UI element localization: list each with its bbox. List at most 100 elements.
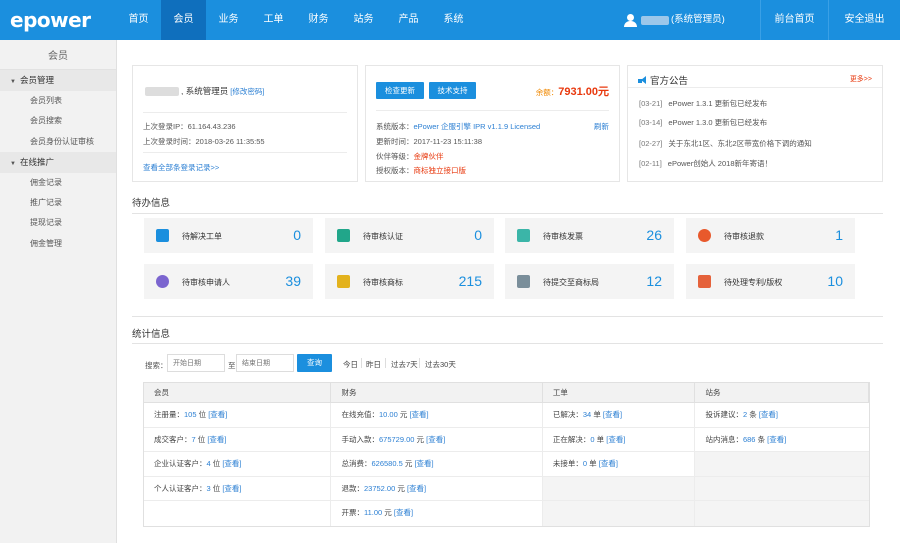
todo-tile-invoice[interactable]: 待审核发票 26 bbox=[505, 218, 674, 253]
sidebar-item-member-search[interactable]: 会员搜索 bbox=[0, 111, 116, 131]
balance: 余额：7931.00元 bbox=[536, 83, 609, 99]
license-label: 授权版本： bbox=[376, 166, 414, 175]
view-link[interactable]: [查看] bbox=[409, 410, 428, 419]
view-link[interactable]: [查看] bbox=[759, 410, 778, 419]
todo-label: 待解决工单 bbox=[182, 232, 222, 241]
todo-label: 待审核发票 bbox=[543, 232, 583, 241]
stat-label: 企业认证客户： bbox=[154, 459, 207, 468]
separator bbox=[361, 358, 362, 368]
view-link[interactable]: [查看] bbox=[222, 484, 241, 493]
table-cell bbox=[542, 476, 696, 500]
view-link[interactable]: [查看] bbox=[414, 459, 433, 468]
todo-count: 0 bbox=[474, 227, 482, 243]
speaker-icon bbox=[638, 75, 648, 85]
nav-member[interactable]: 会员 bbox=[161, 0, 206, 40]
document-icon bbox=[517, 275, 530, 288]
table-cell: 在线充值：10.00 元 [查看] bbox=[331, 403, 543, 427]
announcement-date: [03-21] bbox=[639, 99, 663, 108]
stat-unit: 位 bbox=[210, 459, 223, 468]
admin-name-blurred bbox=[145, 86, 179, 96]
view-link[interactable]: [查看] bbox=[767, 435, 786, 444]
todo-tile-submit-bureau[interactable]: 待提交至商标局 12 bbox=[505, 264, 674, 299]
check-update-button[interactable]: 检查更新 bbox=[376, 82, 424, 99]
stat-unit: 位 bbox=[210, 483, 223, 493]
logout-button[interactable]: 安全退出 bbox=[828, 0, 900, 40]
nav-ticket[interactable]: 工单 bbox=[251, 0, 296, 40]
todo-tile-tickets[interactable]: 待解决工单 0 bbox=[144, 218, 313, 253]
stat-label: 注册量： bbox=[154, 410, 184, 419]
nav-finance[interactable]: 财务 bbox=[296, 0, 341, 40]
todo-tile-patent[interactable]: 待处理专利/版权 10 bbox=[686, 264, 855, 299]
nav-site[interactable]: 站务 bbox=[341, 0, 386, 40]
todo-tile-applicant[interactable]: 待审核申请人 39 bbox=[144, 264, 313, 299]
sidebar-item-withdraw-records[interactable]: 提现记录 bbox=[0, 213, 116, 233]
stat-value: 11.00 bbox=[363, 508, 383, 517]
view-link[interactable]: [查看] bbox=[603, 410, 622, 419]
sidebar-group-member-manage[interactable]: ▼ 会员管理 bbox=[0, 70, 116, 91]
stat-value: 10.00 bbox=[378, 410, 398, 419]
todo-tile-trademark[interactable]: 待审核商标 215 bbox=[325, 264, 494, 299]
nav-home[interactable]: 首页 bbox=[116, 0, 161, 40]
stat-label: 个人认证客户： bbox=[154, 483, 207, 493]
todo-count: 39 bbox=[285, 273, 301, 289]
quick-today[interactable]: 今日 bbox=[343, 359, 358, 370]
view-link[interactable]: [查看] bbox=[599, 459, 618, 468]
sidebar-item-identity-review[interactable]: 会员身份认证审核 bbox=[0, 132, 116, 152]
divider bbox=[376, 110, 609, 111]
todo-tile-certification[interactable]: 待审核认证 0 bbox=[325, 218, 494, 253]
table-row: 企业认证客户：4 位 [查看] 总消费：626580.5 元 [查看] 未接单：0 … bbox=[144, 452, 869, 477]
sidebar-group-label: 在线推广 bbox=[20, 156, 55, 167]
view-link[interactable]: [查看] bbox=[426, 435, 445, 444]
tech-support-button[interactable]: 技术支持 bbox=[429, 82, 476, 99]
change-password-link[interactable]: [修改密码] bbox=[230, 86, 264, 97]
refresh-link[interactable]: 刷新 bbox=[594, 121, 609, 132]
sidebar-item-member-list[interactable]: 会员列表 bbox=[0, 91, 116, 111]
todo-count: 10 bbox=[827, 273, 843, 289]
table-row: 注册量：105 位 [查看] 在线充值：10.00 元 [查看] 已解决：34 单 … bbox=[144, 403, 869, 428]
todo-tile-refund[interactable]: 待审核退款 1 bbox=[686, 218, 855, 253]
stat-unit: 元 bbox=[382, 508, 394, 517]
view-link[interactable]: [查看] bbox=[207, 435, 226, 444]
announcement-date: [02-27] bbox=[639, 139, 663, 148]
front-home-button[interactable]: 前台首页 bbox=[760, 0, 828, 40]
table-row: 成交客户：7 位 [查看] 手动入款：675729.00 元 [查看] 正在解决：0… bbox=[144, 427, 869, 452]
table-cell: 退款：23752.00 元 [查看] bbox=[331, 476, 543, 500]
nav-business[interactable]: 业务 bbox=[206, 0, 251, 40]
sidebar-group-promotion[interactable]: ▼ 在线推广 bbox=[0, 151, 116, 173]
more-link[interactable]: 更多>> bbox=[850, 74, 872, 84]
table-cell: 正在解决：0 单 [查看] bbox=[543, 427, 696, 451]
sidebar-item-commission-manage[interactable]: 佣金管理 bbox=[0, 234, 116, 254]
announcement-date: [03-14] bbox=[639, 118, 663, 127]
table-row: 个人认证客户：3 位 [查看] 退款：23752.00 元 [查看] bbox=[144, 476, 869, 501]
query-button[interactable]: 查询 bbox=[297, 354, 332, 372]
version-value[interactable]: ePower 企服引擎 IPR v1.1.9 Licensed bbox=[414, 122, 541, 131]
view-link[interactable]: [查看] bbox=[222, 459, 241, 468]
view-link[interactable]: [查看] bbox=[208, 410, 227, 419]
announcement-item[interactable]: [02-11] ePower创始人 2018新年寄语！ bbox=[639, 158, 772, 169]
quick-30days[interactable]: 过去30天 bbox=[425, 359, 456, 370]
view-link[interactable]: [查看] bbox=[394, 508, 413, 517]
view-link[interactable]: [查看] bbox=[606, 435, 625, 444]
user-info[interactable]: (系统管理员) bbox=[624, 0, 725, 40]
quick-yesterday[interactable]: 昨日 bbox=[366, 359, 381, 370]
start-date-input[interactable] bbox=[167, 354, 225, 372]
stat-unit: 元 bbox=[402, 459, 415, 468]
nav-product[interactable]: 产品 bbox=[386, 0, 431, 40]
stat-unit: 单 bbox=[591, 410, 603, 419]
sidebar-item-promotion-records[interactable]: 推广记录 bbox=[0, 193, 116, 213]
sidebar-item-commission-records[interactable]: 佣金记录 bbox=[0, 173, 116, 193]
header-site: 站务 bbox=[695, 383, 869, 402]
login-records-link[interactable]: 查看全部条登录记录>> bbox=[143, 162, 219, 173]
logo[interactable]: epower bbox=[10, 8, 91, 32]
quick-7days[interactable]: 过去7天 bbox=[391, 359, 418, 370]
divider bbox=[628, 87, 882, 88]
end-date-input[interactable] bbox=[236, 354, 294, 372]
announcement-item[interactable]: [02-27] 关于东北1区、东北2区带宽价格下调的通知 bbox=[639, 138, 812, 149]
announcement-item[interactable]: [03-14] ePower 1.3.0 更新包已经发布 bbox=[639, 117, 767, 128]
separator bbox=[385, 358, 386, 368]
nav-system[interactable]: 系统 bbox=[431, 0, 476, 40]
stat-label: 未接单： bbox=[552, 459, 583, 468]
divider bbox=[143, 152, 347, 153]
view-link[interactable]: [查看] bbox=[407, 484, 426, 493]
announcement-item[interactable]: [03-21] ePower 1.3.1 更新包已经发布 bbox=[639, 98, 767, 109]
